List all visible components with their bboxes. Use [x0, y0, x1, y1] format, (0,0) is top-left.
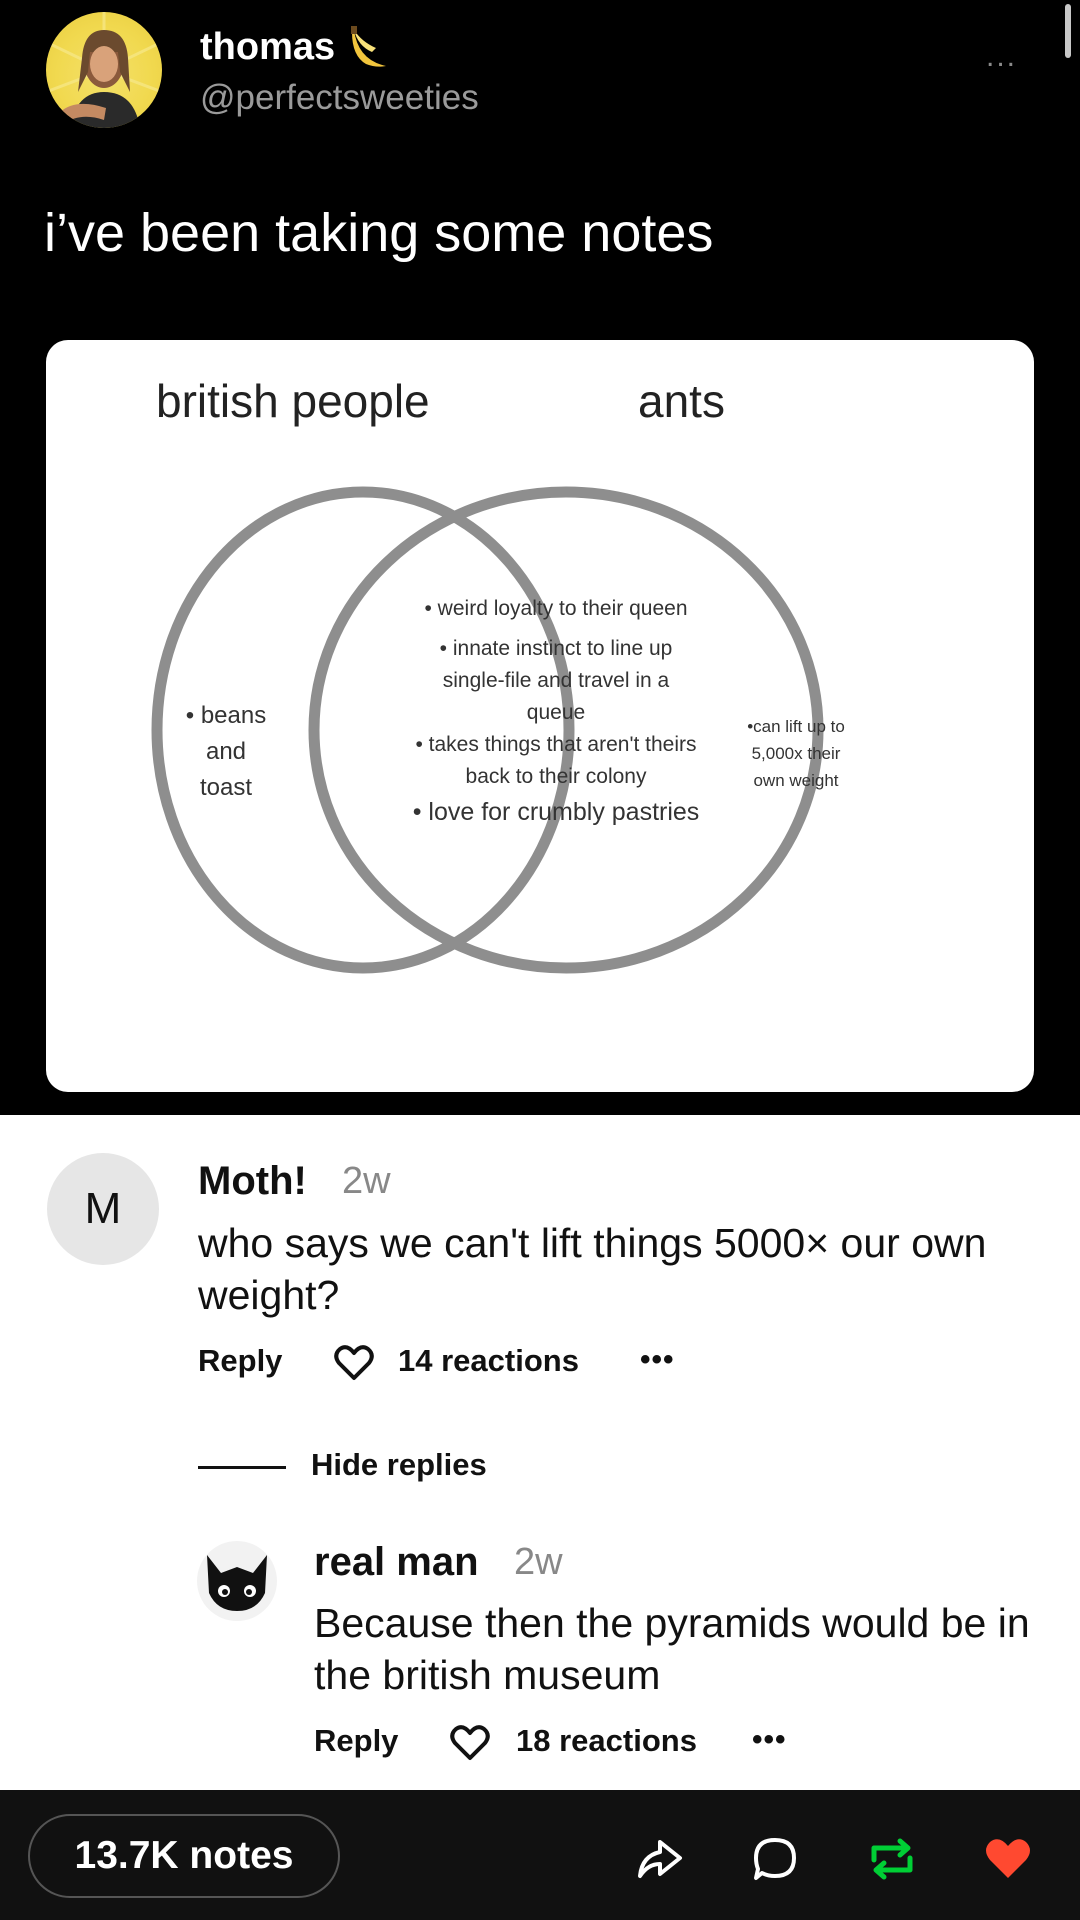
share-icon[interactable] — [636, 1836, 684, 1880]
venn-left-line: toast — [199, 774, 253, 801]
venn-right-line: •can lift up to — [747, 717, 845, 736]
author-avatar[interactable] — [46, 12, 162, 128]
comment-body: Because then the pyramids would be in th… — [314, 1600, 1030, 1698]
avatar-portrait-icon — [46, 12, 162, 128]
post-text: i’ve been taking some notes — [44, 203, 714, 263]
cat-avatar-icon[interactable] — [197, 1541, 277, 1621]
heart-outline-icon[interactable] — [334, 1345, 374, 1381]
banana-emoji-icon — [351, 26, 386, 67]
venn-left-title: british people — [156, 375, 430, 427]
commenter-avatar[interactable]: M — [47, 1153, 159, 1265]
venn-left-line: • beans — [185, 702, 267, 729]
venn-overlap-line: back to their colony — [465, 765, 647, 788]
hide-replies-button[interactable]: Hide replies — [311, 1447, 487, 1483]
reactions-count[interactable]: 18 reactions — [516, 1723, 697, 1759]
venn-overlap-line: • innate instinct to line up — [439, 637, 673, 660]
reply-button[interactable]: Reply — [314, 1723, 398, 1759]
comments-section: M Moth! 2w who says we can't lift things… — [0, 1115, 1080, 1790]
commenter-name[interactable]: real man — [314, 1540, 479, 1585]
reblog-icon[interactable] — [868, 1836, 916, 1882]
venn-overlap-line: • weird loyalty to their queen — [424, 597, 688, 620]
venn-overlap-text: • weird loyalty to their queen • innate … — [346, 593, 766, 831]
venn-right-line: 5,000x their — [751, 744, 841, 763]
comment-more-button[interactable]: ••• — [640, 1343, 675, 1377]
comment-time: 2w — [514, 1541, 563, 1583]
notes-count-button[interactable]: 13.7K notes — [28, 1814, 340, 1898]
venn-overlap-line: queue — [526, 701, 586, 724]
comment-body: who says we can't lift things 5000× our … — [198, 1220, 987, 1318]
scrollbar[interactable] — [1065, 4, 1071, 58]
venn-left-line: and — [205, 738, 247, 765]
heart-outline-icon[interactable] — [450, 1725, 490, 1761]
venn-diagram-image[interactable]: british people ants • beans and toast • … — [46, 340, 1034, 1092]
post-action-bar: 13.7K notes — [0, 1790, 1080, 1920]
reactions-count[interactable]: 14 reactions — [398, 1343, 579, 1379]
venn-right-only-text: •can lift up to 5,000x their own weight — [726, 713, 866, 794]
post-more-options-button[interactable]: ... — [986, 40, 1017, 74]
venn-overlap-line: single-file and travel in a — [442, 669, 670, 692]
replies-divider — [198, 1466, 286, 1469]
venn-right-line: own weight — [753, 771, 839, 790]
venn-right-title: ants — [638, 375, 725, 427]
author-name[interactable]: thomas — [200, 26, 335, 69]
author-handle[interactable]: @perfectsweeties — [200, 78, 479, 118]
venn-overlap-line: • love for crumbly pastries — [412, 798, 700, 826]
comment-time: 2w — [342, 1160, 391, 1202]
reply-button[interactable]: Reply — [198, 1343, 282, 1379]
like-heart-icon[interactable] — [984, 1836, 1032, 1880]
comment-more-button[interactable]: ••• — [752, 1723, 787, 1757]
venn-overlap-line: • takes things that aren't theirs — [415, 733, 697, 756]
comment-icon[interactable] — [752, 1836, 798, 1882]
venn-left-only-text: • beans and toast — [166, 698, 286, 806]
post-header-section: thomas @perfectsweeties ... i’ve been ta… — [0, 0, 1080, 1115]
commenter-name[interactable]: Moth! — [198, 1159, 307, 1204]
